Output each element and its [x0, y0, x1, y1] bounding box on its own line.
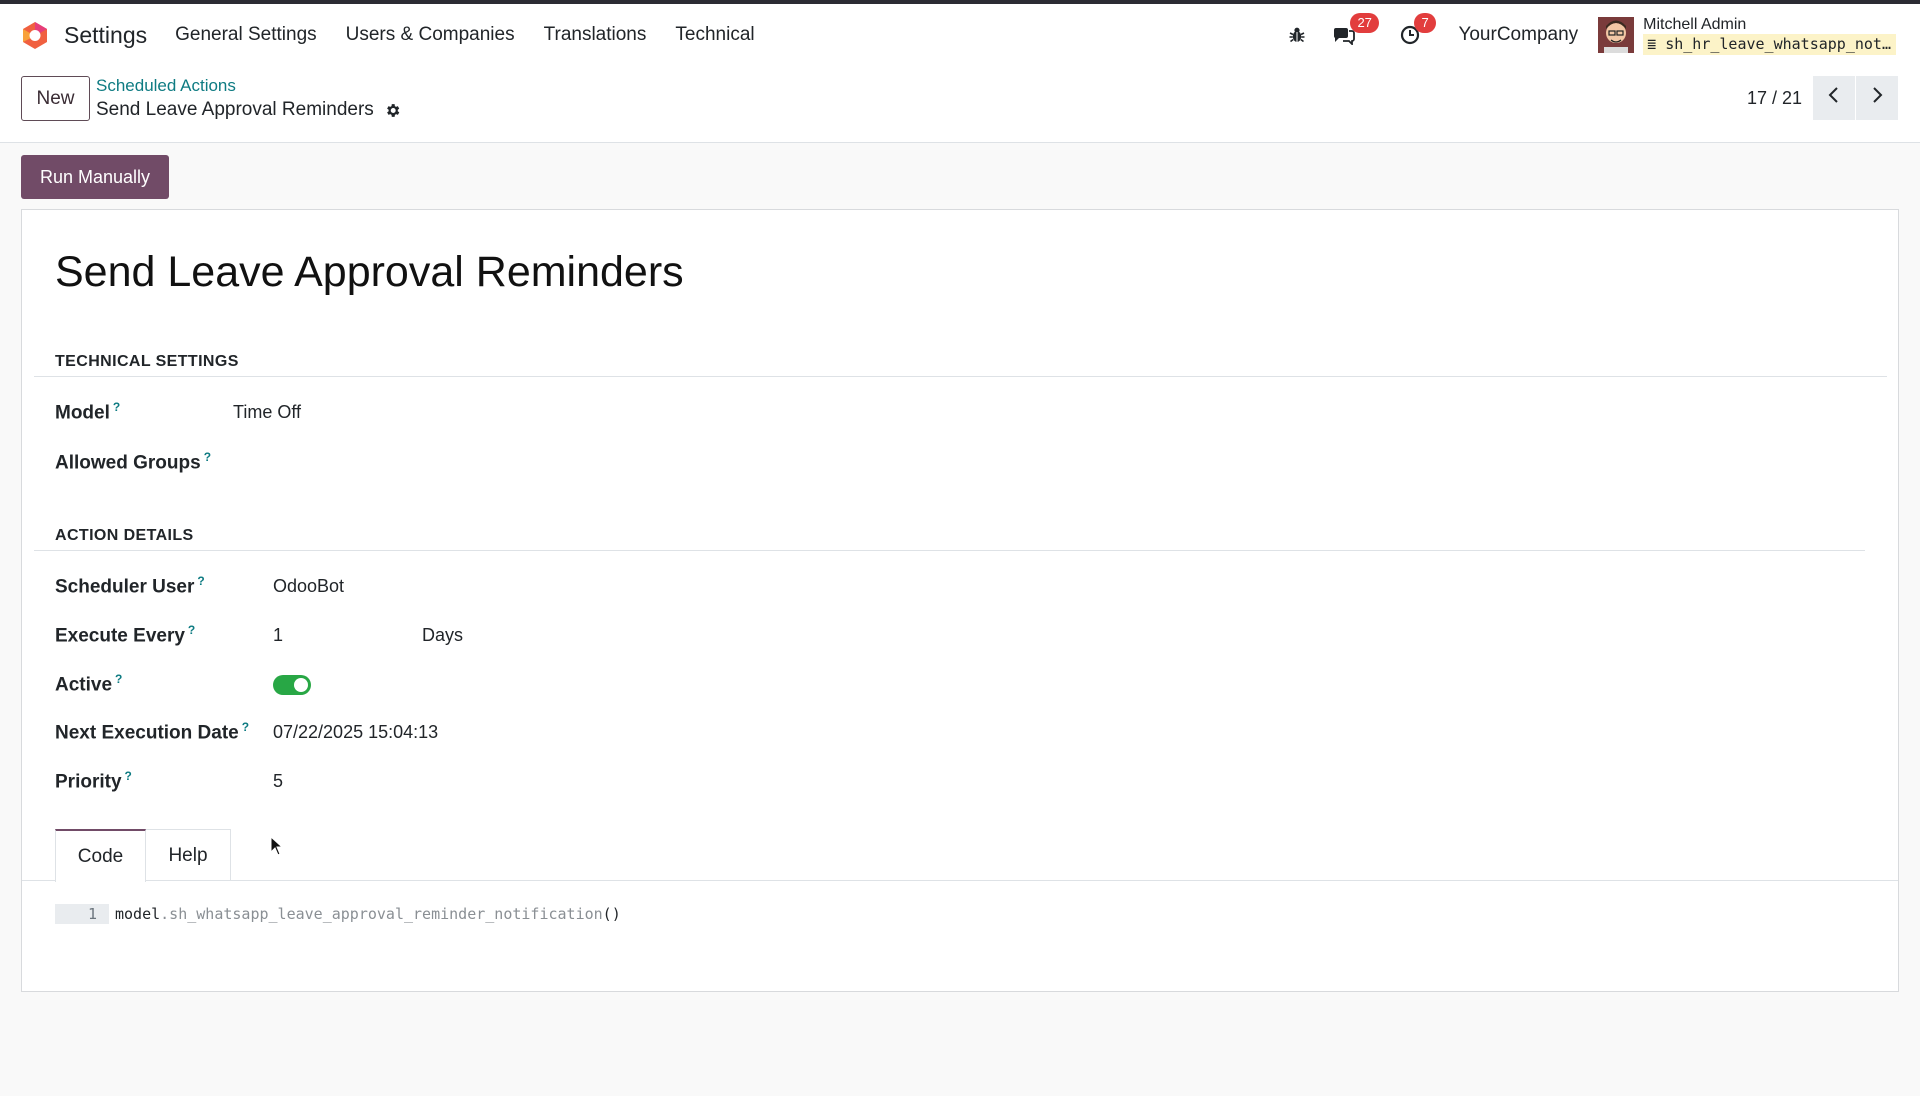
database-icon: ≣ [1647, 34, 1666, 53]
priority-field[interactable]: 5 [273, 771, 283, 792]
next-execution-label-text: Next Execution Date [55, 722, 239, 744]
execute-every-label: Execute Every? [55, 623, 195, 647]
pager-previous-button[interactable] [1813, 76, 1855, 120]
activities-count-badge: 7 [1414, 13, 1436, 33]
execute-every-help-tooltip[interactable]: ? [188, 623, 195, 637]
database-name: ≣ sh_hr_leave_whatsapp_not… [1643, 33, 1896, 55]
menu-translations[interactable]: Translations [544, 24, 647, 46]
pager-value[interactable]: 17 / 21 [1747, 88, 1802, 109]
active-label: Active? [55, 672, 122, 696]
code-line[interactable]: model.sh_whatsapp_leave_approval_reminde… [115, 905, 621, 923]
scheduler-user-label-text: Scheduler User [55, 576, 195, 598]
next-execution-help-tooltip[interactable]: ? [242, 720, 249, 734]
tab-code[interactable]: Code [55, 829, 146, 882]
navbar-systray: 27 7 YourCompany Mitchell Admin ≣ sh_hr_… [1262, 4, 1896, 66]
brand: Settings General Settings Users & Compan… [20, 20, 784, 50]
model-field[interactable]: Time Off [233, 402, 301, 423]
app-name[interactable]: Settings [64, 22, 147, 49]
model-label-text: Model [55, 402, 110, 424]
next-execution-date-field[interactable]: 07/22/2025 15:04:13 [273, 722, 438, 743]
section-divider [34, 550, 1865, 551]
chevron-right-icon [1870, 86, 1884, 110]
code-method: .sh_whatsapp_leave_approval_reminder_not… [160, 905, 603, 923]
odoo-logo-icon[interactable] [20, 20, 50, 50]
tabs-divider [22, 880, 1898, 881]
priority-label: Priority? [55, 769, 132, 793]
clock-icon[interactable]: 7 [1400, 13, 1436, 45]
toggle-knob [294, 678, 308, 692]
line-number: 1 [55, 904, 109, 924]
bug-icon[interactable] [1288, 26, 1306, 44]
database-name-text: sh_hr_leave_whatsapp_not… [1665, 34, 1891, 53]
priority-help-tooltip[interactable]: ? [125, 769, 132, 783]
user-name: Mitchell Admin [1643, 15, 1747, 33]
scheduler-user-help-tooltip[interactable]: ? [197, 574, 204, 588]
allowed-groups-help-tooltip[interactable]: ? [204, 450, 211, 464]
execute-every-label-text: Execute Every [55, 625, 185, 647]
breadcrumb-scheduled-actions[interactable]: Scheduled Actions [96, 76, 236, 96]
priority-label-text: Priority [55, 771, 122, 793]
active-help-tooltip[interactable]: ? [115, 672, 122, 686]
scheduler-user-field[interactable]: OdooBot [273, 576, 344, 597]
code-object: model [115, 905, 161, 923]
code-parens: () [602, 905, 621, 923]
gear-icon[interactable] [384, 102, 401, 119]
section-action-details: ACTION DETAILS [55, 527, 194, 544]
user-avatar[interactable] [1598, 17, 1635, 53]
pager-next-button[interactable] [1856, 76, 1898, 120]
breadcrumb-current-title: Send Leave Approval Reminders [96, 99, 374, 120]
menu-general-settings[interactable]: General Settings [175, 24, 317, 46]
interval-number-field[interactable]: 1 [273, 625, 283, 646]
new-button[interactable]: New [21, 76, 90, 121]
record-name[interactable]: Send Leave Approval Reminders [55, 248, 684, 297]
user-menu[interactable]: Mitchell Admin ≣ sh_hr_leave_whatsapp_no… [1643, 16, 1896, 55]
active-toggle[interactable] [273, 675, 311, 695]
tab-help[interactable]: Help [145, 829, 231, 881]
control-panel: New Scheduled Actions Send Leave Approva… [0, 66, 1920, 143]
section-technical-settings: TECHNICAL SETTINGS [55, 353, 239, 370]
interval-type-select[interactable]: Days [422, 625, 463, 646]
section-divider [34, 376, 1887, 377]
messages-count-badge: 27 [1350, 13, 1379, 33]
code-editor[interactable]: 1 model.sh_whatsapp_leave_approval_remin… [55, 904, 621, 924]
next-execution-label: Next Execution Date? [55, 720, 249, 744]
mouse-pointer-icon [270, 835, 284, 862]
menu-technical[interactable]: Technical [675, 24, 754, 46]
form-sheet: Send Leave Approval Reminders TECHNICAL … [21, 209, 1899, 992]
breadcrumb-current: Send Leave Approval Reminders [96, 99, 401, 121]
active-label-text: Active [55, 674, 113, 696]
allowed-groups-field[interactable] [233, 450, 833, 474]
scheduler-user-label: Scheduler User? [55, 574, 205, 598]
model-label: Model? [55, 400, 120, 424]
model-help-tooltip[interactable]: ? [113, 400, 120, 414]
chat-icon[interactable]: 27 [1332, 13, 1379, 45]
allowed-groups-label-text: Allowed Groups [55, 452, 201, 474]
run-manually-button[interactable]: Run Manually [21, 155, 169, 199]
chevron-left-icon [1827, 86, 1841, 110]
company-switcher[interactable]: YourCompany [1458, 24, 1578, 46]
allowed-groups-label: Allowed Groups? [55, 450, 211, 474]
menu-users-companies[interactable]: Users & Companies [346, 24, 515, 46]
main-navbar: Settings General Settings Users & Compan… [0, 4, 1920, 66]
